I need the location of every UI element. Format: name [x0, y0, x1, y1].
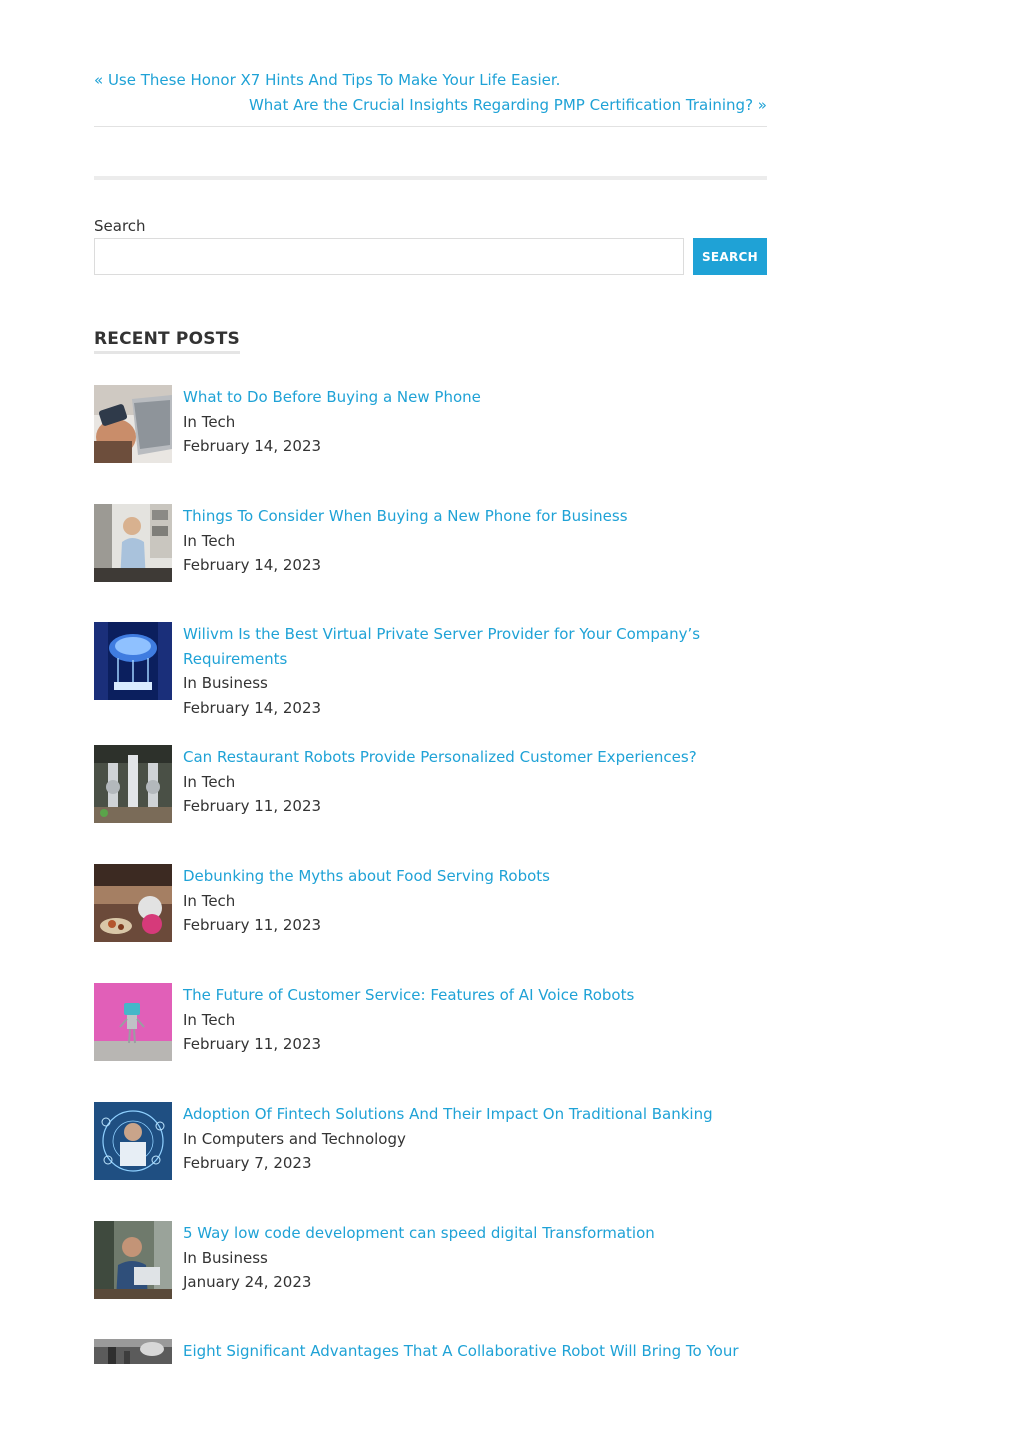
post-category: In Business: [183, 1248, 268, 1267]
post-date: February 11, 2023: [183, 916, 322, 935]
post-title-link[interactable]: Adoption Of Fintech Solutions And Their …: [183, 1102, 773, 1127]
post-date: February 14, 2023: [183, 556, 322, 575]
post-date: February 14, 2023: [183, 698, 322, 717]
post-nav-divider: [94, 126, 767, 127]
post-date: February 14, 2023: [183, 437, 322, 456]
restaurant-robot-photo[interactable]: [94, 864, 172, 942]
post-category: In Business: [183, 674, 268, 693]
search-label: Search: [94, 217, 146, 235]
cloud-server-photo[interactable]: [94, 622, 172, 700]
previous-post-link[interactable]: « Use These Honor X7 Hints And Tips To M…: [94, 68, 767, 93]
man-laptop-photo[interactable]: [94, 1221, 172, 1299]
laptop-credit-card-photo[interactable]: [94, 385, 172, 463]
post-category: In Tech: [183, 891, 236, 910]
post-category: In Tech: [183, 772, 236, 791]
next-post-link[interactable]: What Are the Crucial Insights Regarding …: [94, 93, 767, 118]
post-title-link[interactable]: Can Restaurant Robots Provide Personaliz…: [183, 745, 773, 770]
robot-arms-photo[interactable]: [94, 745, 172, 823]
woman-phone-office-photo[interactable]: [94, 504, 172, 582]
post-category: In Computers and Technology: [183, 1129, 406, 1148]
search-button[interactable]: SEARCH: [693, 238, 767, 275]
post-date: February 11, 2023: [183, 797, 322, 816]
fintech-hologram-photo[interactable]: [94, 1102, 172, 1180]
post-title-link[interactable]: Eight Significant Advantages That A Coll…: [183, 1339, 773, 1364]
toy-robot-pink-photo[interactable]: [94, 983, 172, 1061]
post-date: January 24, 2023: [183, 1273, 312, 1292]
post-title-link[interactable]: Debunking the Myths about Food Serving R…: [183, 864, 773, 889]
post-navigation: « Use These Honor X7 Hints And Tips To M…: [94, 68, 767, 118]
post-title-link[interactable]: What to Do Before Buying a New Phone: [183, 385, 773, 410]
post-category: In Tech: [183, 531, 236, 550]
search-input[interactable]: [94, 238, 684, 275]
post-date: February 11, 2023: [183, 1035, 322, 1054]
sidebar-divider: [94, 176, 767, 180]
post-title-link[interactable]: Wilivm Is the Best Virtual Private Serve…: [183, 622, 773, 671]
post-title-link[interactable]: The Future of Customer Service: Features…: [183, 983, 773, 1008]
post-category: In Tech: [183, 1010, 236, 1029]
post-date: February 7, 2023: [183, 1154, 312, 1173]
post-title-link[interactable]: Things To Consider When Buying a New Pho…: [183, 504, 773, 529]
recent-posts-heading: RECENT POSTS: [94, 326, 240, 354]
post-title-link[interactable]: 5 Way low code development can speed dig…: [183, 1221, 773, 1246]
post-category: In Tech: [183, 412, 236, 431]
cobot-photo[interactable]: [94, 1339, 172, 1364]
